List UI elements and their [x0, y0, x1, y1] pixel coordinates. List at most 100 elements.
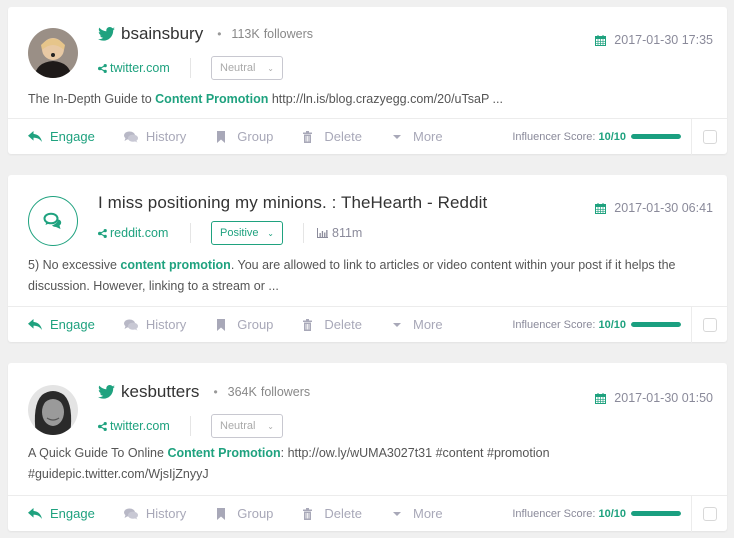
trash-icon [302, 318, 316, 331]
history-button[interactable]: History [123, 317, 187, 332]
score-bar-fill [631, 322, 681, 327]
reply-icon [28, 318, 42, 331]
delete-label: Delete [324, 317, 362, 332]
share-icon [98, 63, 107, 73]
reach-stat: 811m [317, 226, 362, 240]
more-button[interactable]: More [391, 129, 443, 144]
mention-header: bsainsbury • 113K followers [98, 24, 313, 44]
history-label: History [145, 129, 187, 144]
select-checkbox[interactable] [703, 129, 717, 144]
sentiment-dropdown[interactable]: Neutral ⌄ [211, 414, 283, 438]
separator-dot: • [217, 27, 222, 41]
more-button[interactable]: More [391, 506, 443, 521]
followers-label: followers [260, 385, 311, 399]
calendar-icon [595, 392, 607, 404]
history-button[interactable]: History [123, 129, 187, 144]
keyword-highlight: Content Promotion [155, 92, 269, 106]
date-text: 2017-01-30 06:41 [614, 201, 713, 215]
mention-meta: twitter.com Neutral ⌄ [98, 414, 283, 438]
group-label: Group [237, 506, 274, 521]
comments-icon [123, 319, 138, 331]
action-bar: Engage History Group Delete More [8, 317, 512, 332]
reply-icon [28, 130, 42, 143]
bookmark-icon [215, 130, 229, 143]
score-label: Influencer Score: [512, 130, 596, 143]
engage-button[interactable]: Engage [28, 129, 95, 144]
author-name[interactable]: kesbutters [121, 382, 199, 402]
sentiment-value: Neutral [220, 62, 256, 74]
bookmark-icon [215, 318, 229, 331]
date-text: 2017-01-30 17:35 [614, 33, 713, 47]
sentiment-dropdown[interactable]: Positive ⌄ [211, 221, 283, 245]
divider [691, 306, 692, 343]
avatar[interactable] [28, 385, 78, 435]
caret-down-icon [391, 131, 405, 143]
mention-title[interactable]: I miss positioning my minions. : TheHear… [98, 193, 487, 213]
action-bar: Engage History Group Delete More [8, 506, 512, 521]
influencer-score: Influencer Score: 10/10 [512, 508, 681, 520]
influencer-score: Influencer Score: 10/10 [512, 131, 681, 143]
more-button[interactable]: More [391, 317, 443, 332]
more-label: More [413, 506, 443, 521]
twitter-icon [98, 385, 115, 399]
source-text: twitter.com [110, 419, 170, 433]
avatar[interactable] [28, 28, 78, 78]
influencer-score: Influencer Score: 10/10 [512, 319, 681, 331]
source-text: twitter.com [110, 61, 170, 75]
mentions-feed: bsainsbury • 113K followers 2017-01-30 17… [0, 0, 734, 538]
delete-label: Delete [324, 129, 362, 144]
group-button[interactable]: Group [215, 317, 273, 332]
comments-icon [123, 131, 138, 143]
avatar[interactable] [28, 196, 78, 246]
history-button[interactable]: History [123, 506, 186, 521]
select-checkbox[interactable] [703, 506, 717, 521]
engage-label: Engage [50, 506, 95, 521]
followers-number: 113K [231, 27, 260, 41]
sentiment-value: Positive [220, 227, 259, 239]
comments-icon [123, 508, 138, 520]
card-footer: Engage History Group Delete More Influen… [8, 495, 727, 532]
more-label: More [413, 129, 443, 144]
separator-dot: • [213, 385, 218, 399]
source-link[interactable]: twitter.com [98, 61, 188, 75]
select-checkbox[interactable] [703, 317, 717, 332]
mention-card: I miss positioning my minions. : TheHear… [8, 175, 727, 343]
text-segment: The In-Depth Guide to [28, 92, 156, 106]
group-button[interactable]: Group [215, 129, 273, 144]
followers-count: 364K followers [228, 385, 311, 399]
score-value: 10/10 [598, 507, 626, 520]
delete-button[interactable]: Delete [302, 129, 362, 144]
mention-meta: reddit.com Positive ⌄ 811m [98, 221, 362, 245]
keyword-highlight: content promotion [120, 258, 231, 272]
score-label: Influencer Score: [512, 318, 596, 331]
delete-button[interactable]: Delete [302, 317, 362, 332]
caret-down-icon [391, 319, 405, 331]
score-value: 10/10 [598, 130, 626, 143]
bookmark-icon [215, 507, 229, 520]
mention-meta: twitter.com Neutral ⌄ [98, 56, 283, 80]
delete-button[interactable]: Delete [302, 506, 362, 521]
chevron-down-icon: ⌄ [267, 421, 274, 431]
bar-chart-icon [317, 228, 328, 238]
history-label: History [145, 317, 187, 332]
mention-header: kesbutters • 364K followers [98, 382, 310, 402]
mention-card: kesbutters • 364K followers 2017-01-30 01… [8, 363, 727, 532]
source-link[interactable]: twitter.com [98, 419, 188, 433]
engage-button[interactable]: Engage [28, 317, 95, 332]
score-value: 10/10 [598, 318, 626, 331]
author-name[interactable]: bsainsbury [121, 24, 203, 44]
divider [303, 223, 304, 243]
group-button[interactable]: Group [215, 506, 273, 521]
source-link[interactable]: reddit.com [98, 226, 188, 240]
caret-down-icon [391, 508, 405, 520]
text-segment[interactable]: http://ln.is/blog.crazyegg.com/20/uTsaP … [268, 92, 503, 106]
sentiment-dropdown[interactable]: Neutral ⌄ [211, 56, 283, 80]
engage-label: Engage [50, 317, 95, 332]
mention-card: bsainsbury • 113K followers 2017-01-30 17… [8, 7, 727, 155]
followers-label: followers [263, 27, 314, 41]
share-icon [98, 228, 107, 238]
text-segment: A Quick Guide To Online [28, 446, 168, 460]
divider [190, 58, 191, 78]
mention-date: 2017-01-30 06:41 [595, 201, 713, 215]
engage-button[interactable]: Engage [28, 506, 95, 521]
